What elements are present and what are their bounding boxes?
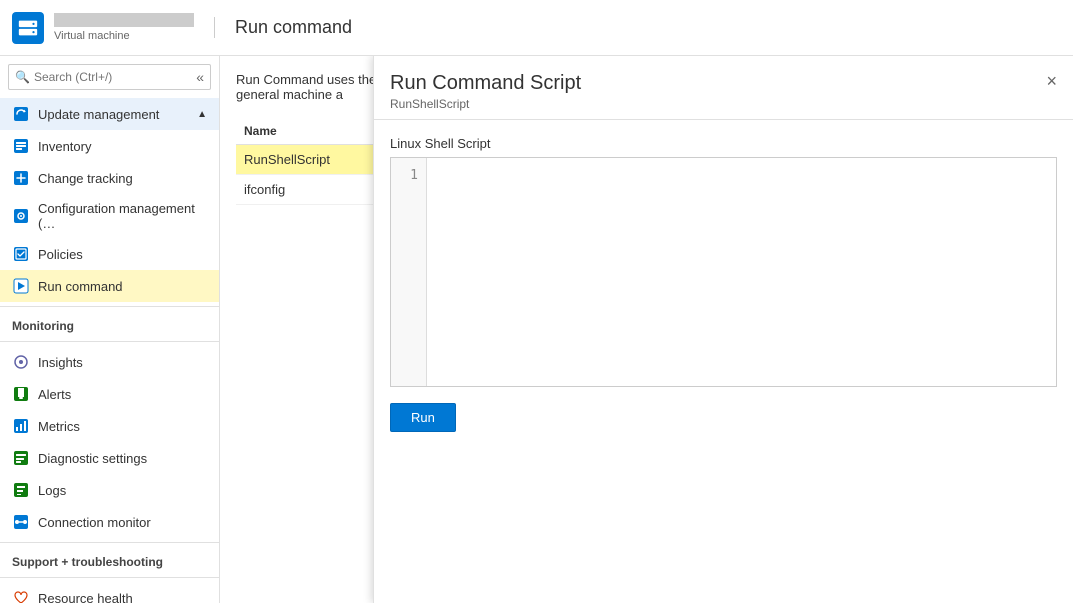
sidebar-label-connection-monitor: Connection monitor	[38, 515, 151, 530]
sidebar-label-policies: Policies	[38, 247, 83, 262]
page-title: Run command	[214, 17, 352, 38]
insights-icon	[12, 353, 30, 371]
nav-divider-3	[0, 542, 219, 543]
sidebar-item-metrics[interactable]: Metrics	[0, 410, 219, 442]
inventory-icon	[12, 137, 30, 155]
top-bar: Virtual machine Run command	[0, 0, 1073, 56]
policy-icon	[12, 245, 30, 263]
sidebar-label-metrics: Metrics	[38, 419, 80, 434]
sidebar-label-alerts: Alerts	[38, 387, 71, 402]
line-number-1: 1	[410, 168, 418, 183]
sidebar-label-resource-health: Resource health	[38, 591, 133, 603]
vm-title-block: Virtual machine	[54, 13, 194, 42]
sidebar-item-change-tracking[interactable]: Change tracking	[0, 162, 219, 194]
sidebar-item-configuration[interactable]: Configuration management (…	[0, 194, 219, 238]
search-box[interactable]: 🔍 «	[8, 64, 211, 90]
vm-name	[54, 13, 194, 27]
script-editor-wrap: 1	[390, 157, 1057, 387]
search-input[interactable]	[34, 70, 196, 84]
change-icon	[12, 169, 30, 187]
nav-divider-4	[0, 577, 219, 578]
server-icon	[17, 17, 39, 39]
nav-divider-1	[0, 306, 219, 307]
panel-body: Linux Shell Script 1 Run	[374, 120, 1073, 603]
field-label: Linux Shell Script	[390, 136, 1057, 151]
sidebar-item-logs[interactable]: Logs	[0, 474, 219, 506]
main-layout: 🔍 « Update management ▲	[0, 56, 1073, 603]
sidebar-item-resource-health[interactable]: Resource health	[0, 582, 219, 603]
line-numbers: 1	[391, 158, 427, 386]
chevron-up-icon: ▲	[197, 109, 207, 120]
sidebar-item-run-command[interactable]: Run command	[0, 270, 219, 302]
vm-icon	[12, 12, 44, 44]
panel-close-button[interactable]: ×	[1046, 72, 1057, 90]
collapse-icon[interactable]: «	[196, 69, 204, 85]
sidebar-item-connection-monitor[interactable]: Connection monitor	[0, 506, 219, 538]
script-textarea[interactable]	[427, 158, 1056, 386]
sidebar-label-run-command: Run command	[38, 279, 123, 294]
panel-subtitle: RunShellScript	[390, 97, 581, 111]
refresh-icon	[12, 105, 30, 123]
sidebar-label-diagnostic: Diagnostic settings	[38, 451, 147, 466]
run-button[interactable]: Run	[390, 403, 456, 432]
search-icon: 🔍	[15, 70, 30, 84]
content-area: Run Command uses the VM agent to run scr…	[220, 56, 1073, 603]
vm-subtitle: Virtual machine	[54, 30, 194, 42]
sidebar-item-policies[interactable]: Policies	[0, 238, 219, 270]
sidebar: 🔍 « Update management ▲	[0, 56, 220, 603]
nav-divider-2	[0, 341, 219, 342]
run-icon	[12, 277, 30, 295]
support-section-label: Support + troubleshooting	[0, 547, 219, 573]
sidebar-item-inventory[interactable]: Inventory	[0, 130, 219, 162]
logs-icon	[12, 481, 30, 499]
sidebar-item-update-management[interactable]: Update management ▲	[0, 98, 219, 130]
sidebar-label-inventory: Inventory	[38, 139, 91, 154]
sidebar-label-update-management: Update management	[38, 107, 159, 122]
panel-overlay: Run Command Script RunShellScript × Linu…	[373, 56, 1073, 603]
sidebar-label-insights: Insights	[38, 355, 83, 370]
sidebar-label-configuration: Configuration management (…	[38, 201, 207, 231]
health-icon	[12, 589, 30, 603]
sidebar-item-alerts[interactable]: Alerts	[0, 378, 219, 410]
sidebar-item-diagnostic[interactable]: Diagnostic settings	[0, 442, 219, 474]
diagnostic-icon	[12, 449, 30, 467]
panel-title-block: Run Command Script RunShellScript	[390, 72, 581, 111]
panel-title: Run Command Script	[390, 72, 581, 95]
monitoring-section-label: Monitoring	[0, 311, 219, 337]
sidebar-label-change-tracking: Change tracking	[38, 171, 133, 186]
sidebar-label-logs: Logs	[38, 483, 66, 498]
connection-icon	[12, 513, 30, 531]
metrics-icon	[12, 417, 30, 435]
config-icon	[12, 207, 30, 225]
alerts-icon	[12, 385, 30, 403]
panel-header: Run Command Script RunShellScript ×	[374, 56, 1073, 120]
sidebar-item-insights[interactable]: Insights	[0, 346, 219, 378]
